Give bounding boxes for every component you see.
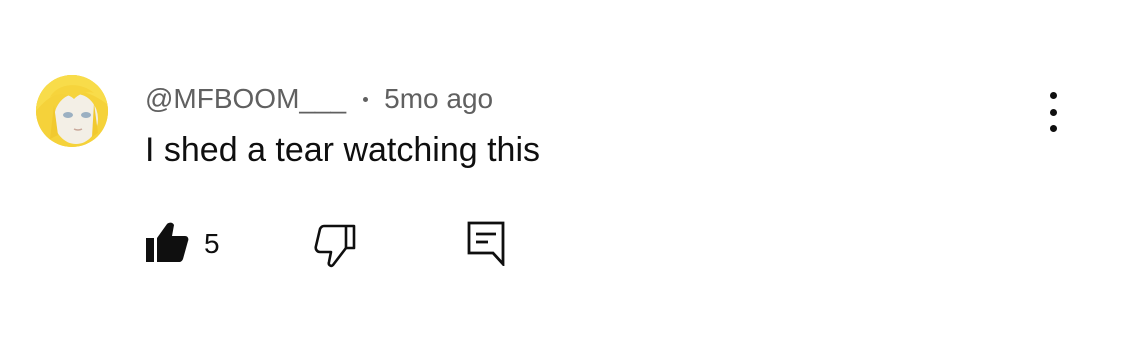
thumbs-down-icon (314, 224, 356, 268)
comment-text: I shed a tear watching this (145, 131, 541, 169)
avatar-image (36, 75, 108, 147)
like-count: 5 (204, 228, 220, 259)
reply-button[interactable] (466, 220, 506, 268)
more-options-button[interactable] (1038, 92, 1068, 132)
more-vert-icon-dot (1049, 108, 1057, 116)
comment-timestamp: 5mo ago (384, 83, 494, 114)
avatar[interactable] (36, 75, 108, 147)
dislike-button[interactable] (314, 224, 358, 268)
more-vert-icon-dot (1049, 125, 1057, 132)
like-button[interactable] (145, 220, 189, 264)
more-vert-icon (1049, 92, 1057, 99)
comment-item: @MFBOOM___ 5mo ago I shed a tear watchin… (0, 0, 1124, 337)
comment-meta: @MFBOOM___ 5mo ago (145, 82, 493, 116)
reply-comment-icon (467, 221, 505, 268)
separator-dot (363, 96, 369, 102)
thumbs-up-icon (146, 222, 189, 262)
author-name[interactable]: @MFBOOM___ (145, 83, 346, 115)
